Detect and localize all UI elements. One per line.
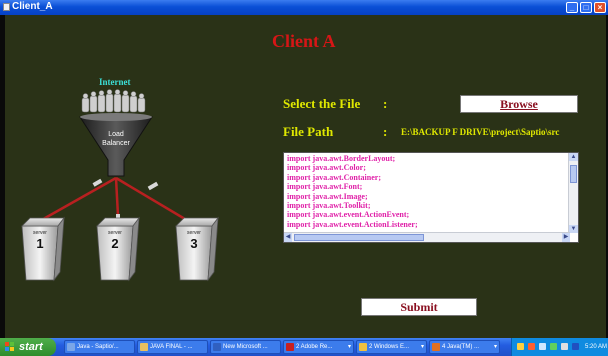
vertical-scroll-thumb[interactable] [570,165,577,183]
balancer-label-line1: Load [108,131,124,138]
taskbar-item[interactable]: JAVA FINAL - ... [137,340,208,354]
horizontal-scrollbar[interactable]: ◀ ▶ [284,232,570,242]
select-file-colon: : [383,96,388,111]
scroll-up-icon[interactable]: ▲ [569,153,578,161]
security-icon[interactable] [528,343,535,350]
system-tray: 5:20 AM [511,338,608,356]
scroll-down-icon[interactable]: ▼ [569,225,578,233]
group-dropdown-icon: ▾ [347,344,351,350]
code-line: import java.awt.Image; [287,191,368,201]
file-path-label: File Path [283,124,334,139]
code-line: import java.awt.Container; [287,172,381,182]
code-line: import java.awt.BorderLayout; [287,154,396,163]
horizontal-scroll-thumb[interactable] [294,234,424,241]
java-ide-icon [67,343,75,351]
taskbar-item[interactable]: Java - Saptio/... [64,340,135,354]
code-line: import java.awt.event.ActionEvent; [287,210,410,220]
browse-button[interactable]: Browse [460,95,578,113]
taskbar: start Java - Saptio/... JAVA FINAL - ...… [0,338,608,356]
server-3-number: 3 [190,236,197,251]
start-button[interactable]: start [0,338,56,356]
java-icon [432,343,440,351]
submit-button[interactable]: Submit [361,298,477,316]
server-1-number: 1 [36,236,43,251]
internet-clients [81,89,146,113]
client-window: Client_A _ □ × Load Balancer server 1 se… [0,0,608,338]
taskbar-item[interactable]: 4 Java(TM) ... ▾ [429,340,500,354]
page-title: Client A [272,31,336,51]
code-lines: import java.awt.BorderLayout; import jav… [287,154,567,232]
taskbar-item[interactable]: New Microsoft ... [210,340,281,354]
adobe-reader-icon [286,343,294,351]
taskbar-item-label: JAVA FINAL - ... [150,344,193,350]
windows-explorer-icon [359,343,367,351]
taskbar-item-label: New Microsoft ... [223,344,268,350]
select-file-label: Select the File [283,96,361,111]
update-icon[interactable] [550,343,557,350]
group-dropdown-icon: ▾ [420,344,424,350]
scroll-right-icon[interactable]: ▶ [562,233,570,242]
file-path-value: E:\BACKUP F DRIVE\project\Saptio\src [401,127,560,137]
word-document-icon [213,343,221,351]
server-2-number: 2 [111,236,118,251]
code-line: import java.awt.event.ActionListener; [287,219,418,229]
file-content-textarea[interactable]: import java.awt.BorderLayout; import jav… [283,152,579,243]
taskbar-item-label: 2 Adobe Re... [296,344,333,350]
clock[interactable]: 5:20 AM [585,338,607,356]
network-icon[interactable] [517,343,524,350]
balancer-label-line2: Balancer [102,140,130,147]
windows-logo-icon [5,342,15,352]
taskbar-item[interactable]: 2 Adobe Re... ▾ [283,340,354,354]
connection-lines [37,176,191,224]
file-path-colon: : [383,124,388,139]
language-icon[interactable] [561,343,568,350]
volume-icon[interactable] [539,343,546,350]
taskbar-item-label: Java - Saptio/... [77,344,119,350]
internet-label: Internet [99,77,131,87]
taskbar-item[interactable]: 2 Windows E... ▾ [356,340,427,354]
start-label: start [19,341,43,353]
code-line: import java.awt.Toolkit; [287,201,371,211]
code-line: import java.awt.Color; [287,163,366,173]
group-dropdown-icon: ▾ [493,344,497,350]
taskbar-item-label: 2 Windows E... [369,344,410,350]
vertical-scrollbar[interactable]: ▲ ▼ [568,153,578,233]
scroll-left-icon[interactable]: ◀ [284,233,292,242]
tray-app-icon[interactable] [572,343,579,350]
taskbar-item-label: 4 Java(TM) ... [442,344,480,350]
folder-icon [140,343,148,351]
code-line: import java.awt.Font; [287,182,363,192]
